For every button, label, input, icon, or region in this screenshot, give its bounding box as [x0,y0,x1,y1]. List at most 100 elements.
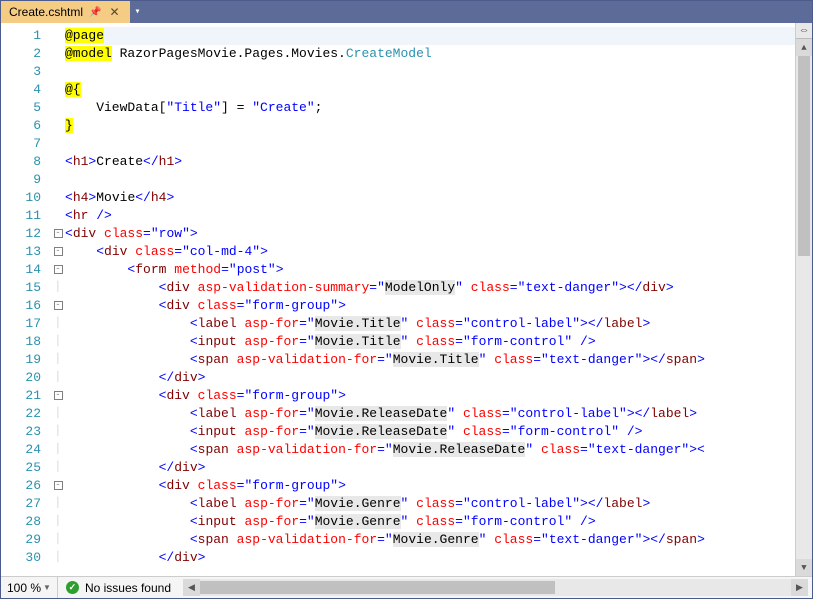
scroll-left-icon[interactable]: ◀ [183,579,200,596]
issues-text: No issues found [85,581,171,595]
editor-area[interactable]: 123456789101112-13-14-15│16-17│18│19│20│… [1,23,812,576]
gutter-row: 20│ [1,369,65,387]
code-line[interactable]: </div> [65,369,795,387]
gutter-row: 25│ [1,459,65,477]
line-number: 26 [1,477,51,495]
line-number: 8 [1,153,51,171]
code-line[interactable]: <h1>Create</h1> [65,153,795,171]
code-line[interactable]: <input asp-for="Movie.Title" class="form… [65,333,795,351]
active-tab[interactable]: Create.cshtml 📌 ✕ [1,1,130,23]
code-line[interactable]: </div> [65,549,795,567]
fold-indicator[interactable]: - [51,243,65,261]
check-icon: ✓ [66,581,79,594]
hscroll-thumb[interactable] [200,581,555,594]
fold-indicator [51,117,65,135]
fold-indicator: │ [51,513,65,531]
fold-indicator: │ [51,495,65,513]
line-number: 30 [1,549,51,567]
gutter-row: 26- [1,477,65,495]
gutter-row: 23│ [1,423,65,441]
code-line[interactable]: <span asp-validation-for="Movie.Genre" c… [65,531,795,549]
line-number: 27 [1,495,51,513]
fold-indicator[interactable]: - [51,477,65,495]
gutter-row: 9 [1,171,65,189]
line-number: 6 [1,117,51,135]
code-line[interactable]: } [65,117,795,135]
code-line[interactable]: <input asp-for="Movie.ReleaseDate" class… [65,423,795,441]
fold-indicator [51,189,65,207]
gutter-row: 13- [1,243,65,261]
fold-indicator[interactable]: - [51,297,65,315]
gutter-row: 4 [1,81,65,99]
chevron-down-icon: ▼ [43,583,51,592]
fold-indicator [51,153,65,171]
tab-filename: Create.cshtml [9,5,83,19]
gutter-row: 27│ [1,495,65,513]
scroll-thumb[interactable] [798,56,810,256]
gutter-row: 17│ [1,315,65,333]
code-line[interactable]: </div> [65,459,795,477]
vertical-scrollbar[interactable]: ⇔ ▲ ▼ [795,23,812,576]
code-line[interactable]: @model RazorPagesMovie.Pages.Movies.Crea… [65,45,795,63]
issues-indicator[interactable]: ✓ No issues found [58,581,179,595]
fold-indicator [51,63,65,81]
code-line[interactable]: <div class="form-group"> [65,387,795,405]
gutter-row: 21- [1,387,65,405]
scroll-track[interactable] [796,56,812,559]
gutter-row: 24│ [1,441,65,459]
code-line[interactable]: <hr /> [65,207,795,225]
line-number: 18 [1,333,51,351]
code-line[interactable]: <div class="form-group"> [65,477,795,495]
gutter-row: 2 [1,45,65,63]
code-column[interactable]: @page@model RazorPagesMovie.Pages.Movies… [65,23,795,576]
fold-indicator[interactable]: - [51,261,65,279]
close-icon[interactable]: ✕ [107,5,121,19]
fold-indicator [51,27,65,45]
gutter-row: 1 [1,27,65,45]
code-line[interactable] [65,171,795,189]
scroll-right-icon[interactable]: ▶ [791,579,808,596]
pin-icon[interactable]: 📌 [89,7,101,18]
gutter: 123456789101112-13-14-15│16-17│18│19│20│… [1,23,65,576]
horizontal-scrollbar[interactable]: ◀ ▶ [183,579,808,596]
code-line[interactable] [65,63,795,81]
code-line[interactable]: <h4>Movie</h4> [65,189,795,207]
fold-indicator: │ [51,459,65,477]
split-icon[interactable]: ⇔ [796,23,812,39]
tab-dropdown-icon[interactable]: ▾ [130,1,146,23]
scroll-down-icon[interactable]: ▼ [796,559,812,576]
fold-indicator[interactable]: - [51,225,65,243]
line-number: 3 [1,63,51,81]
scroll-up-icon[interactable]: ▲ [796,39,812,56]
code-line[interactable]: @page [65,27,795,45]
code-line[interactable]: @{ [65,81,795,99]
code-line[interactable]: <div asp-validation-summary="ModelOnly" … [65,279,795,297]
code-line[interactable]: <div class="form-group"> [65,297,795,315]
code-line[interactable]: <div class="col-md-4"> [65,243,795,261]
fold-indicator[interactable]: - [51,387,65,405]
line-number: 28 [1,513,51,531]
line-number: 11 [1,207,51,225]
fold-indicator: │ [51,423,65,441]
code-line[interactable]: <div class="row"> [65,225,795,243]
gutter-row: 5 [1,99,65,117]
code-line[interactable]: <form method="post"> [65,261,795,279]
code-line[interactable]: <span asp-validation-for="Movie.Title" c… [65,351,795,369]
code-line[interactable] [65,135,795,153]
code-line[interactable]: <label asp-for="Movie.Title" class="cont… [65,315,795,333]
line-number: 9 [1,171,51,189]
line-number: 5 [1,99,51,117]
fold-indicator [51,45,65,63]
titlebar: Create.cshtml 📌 ✕ ▾ [1,1,812,23]
gutter-row: 8 [1,153,65,171]
code-line[interactable]: ViewData["Title"] = "Create"; [65,99,795,117]
line-number: 1 [1,27,51,45]
zoom-selector[interactable]: 100 % ▼ [1,577,58,598]
code-line[interactable]: <input asp-for="Movie.Genre" class="form… [65,513,795,531]
code-line[interactable]: <span asp-validation-for="Movie.ReleaseD… [65,441,795,459]
line-number: 7 [1,135,51,153]
line-number: 15 [1,279,51,297]
code-line[interactable]: <label asp-for="Movie.ReleaseDate" class… [65,405,795,423]
statusbar: 100 % ▼ ✓ No issues found ◀ ▶ [1,576,812,598]
code-line[interactable]: <label asp-for="Movie.Genre" class="cont… [65,495,795,513]
